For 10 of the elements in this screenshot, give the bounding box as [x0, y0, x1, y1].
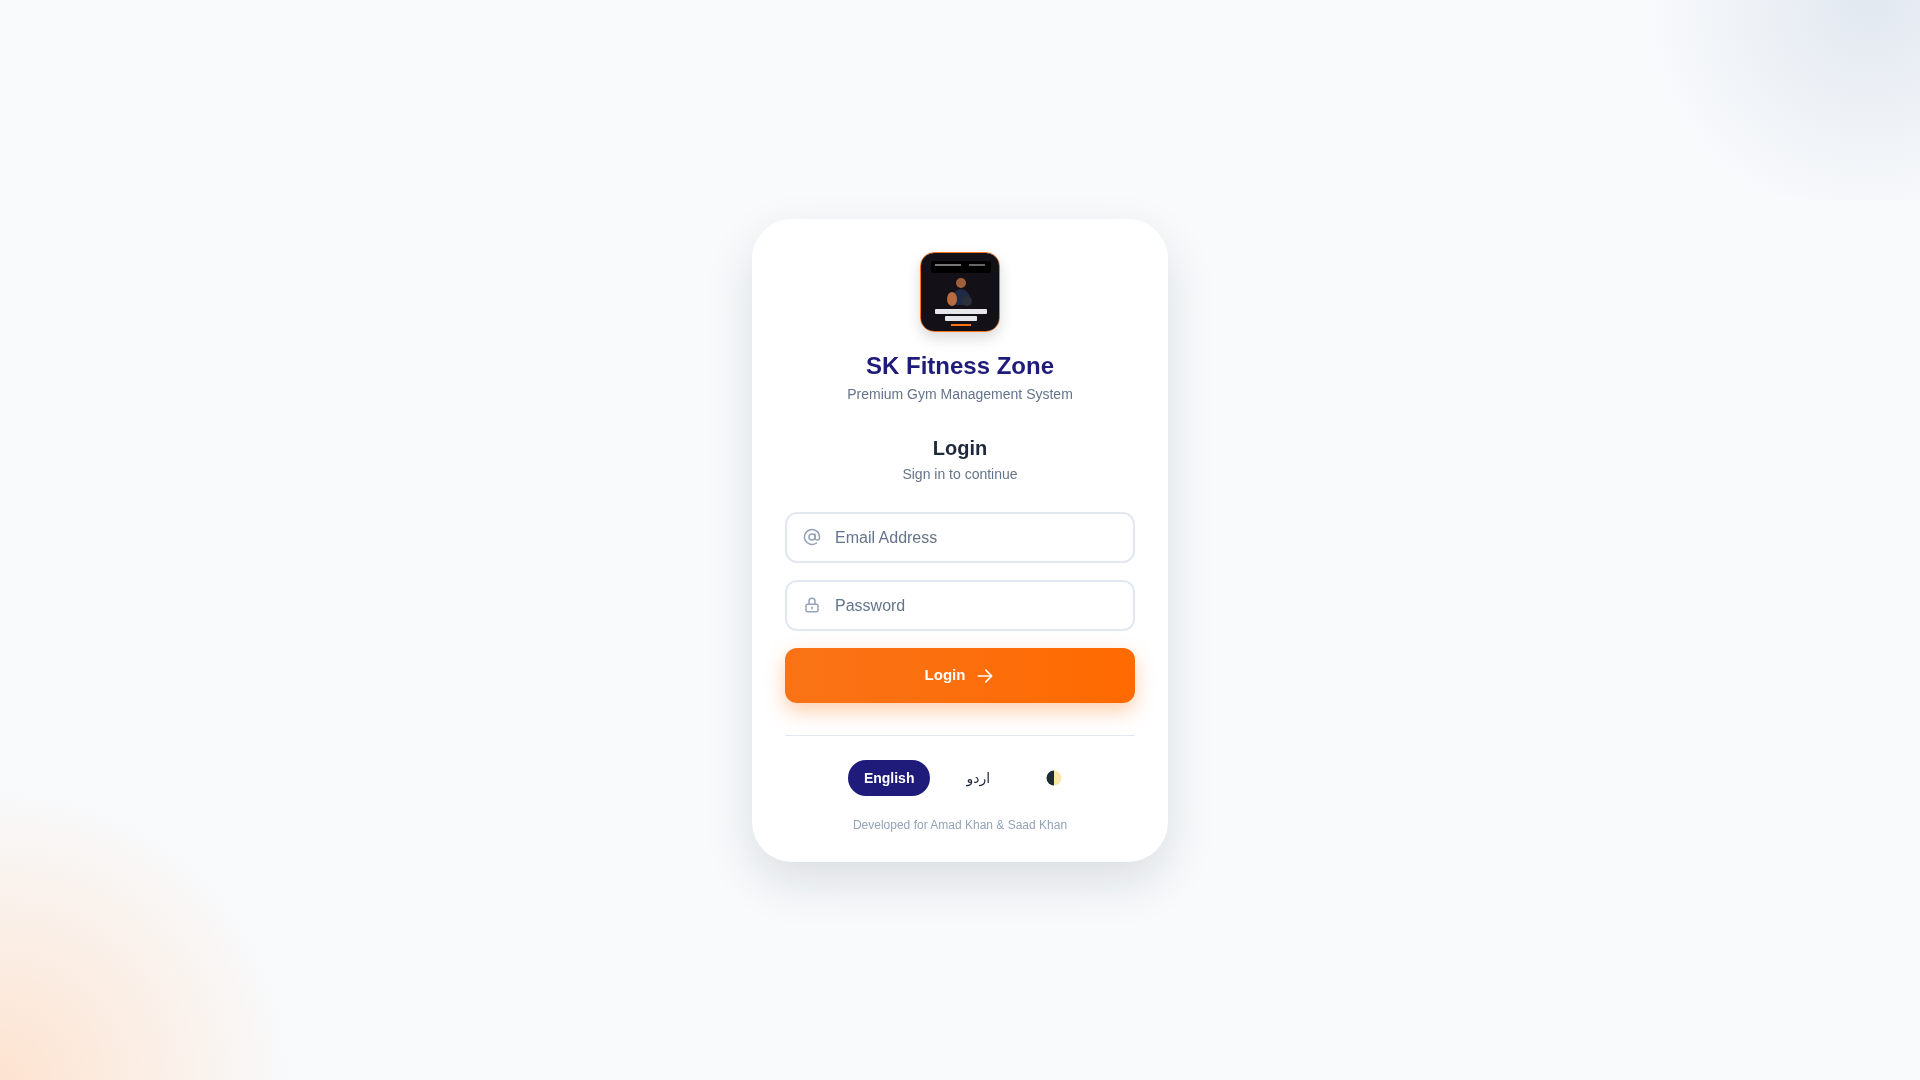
- app-subtitle: Premium Gym Management System: [847, 385, 1073, 404]
- language-option[interactable]: English: [847, 760, 931, 796]
- language-option[interactable]: اردو: [950, 760, 1007, 796]
- app-title: SK Fitness Zone: [866, 351, 1054, 381]
- half-circle-icon: [1046, 770, 1063, 786]
- footer-credit: Developed for Amad Khan & Saad Khan: [852, 817, 1068, 834]
- email-field[interactable]: Email Address: [785, 512, 1135, 563]
- form-subheading: Sign in to continue: [902, 465, 1018, 484]
- form-heading: Login: [932, 436, 988, 461]
- password-field[interactable]: Password: [785, 580, 1135, 631]
